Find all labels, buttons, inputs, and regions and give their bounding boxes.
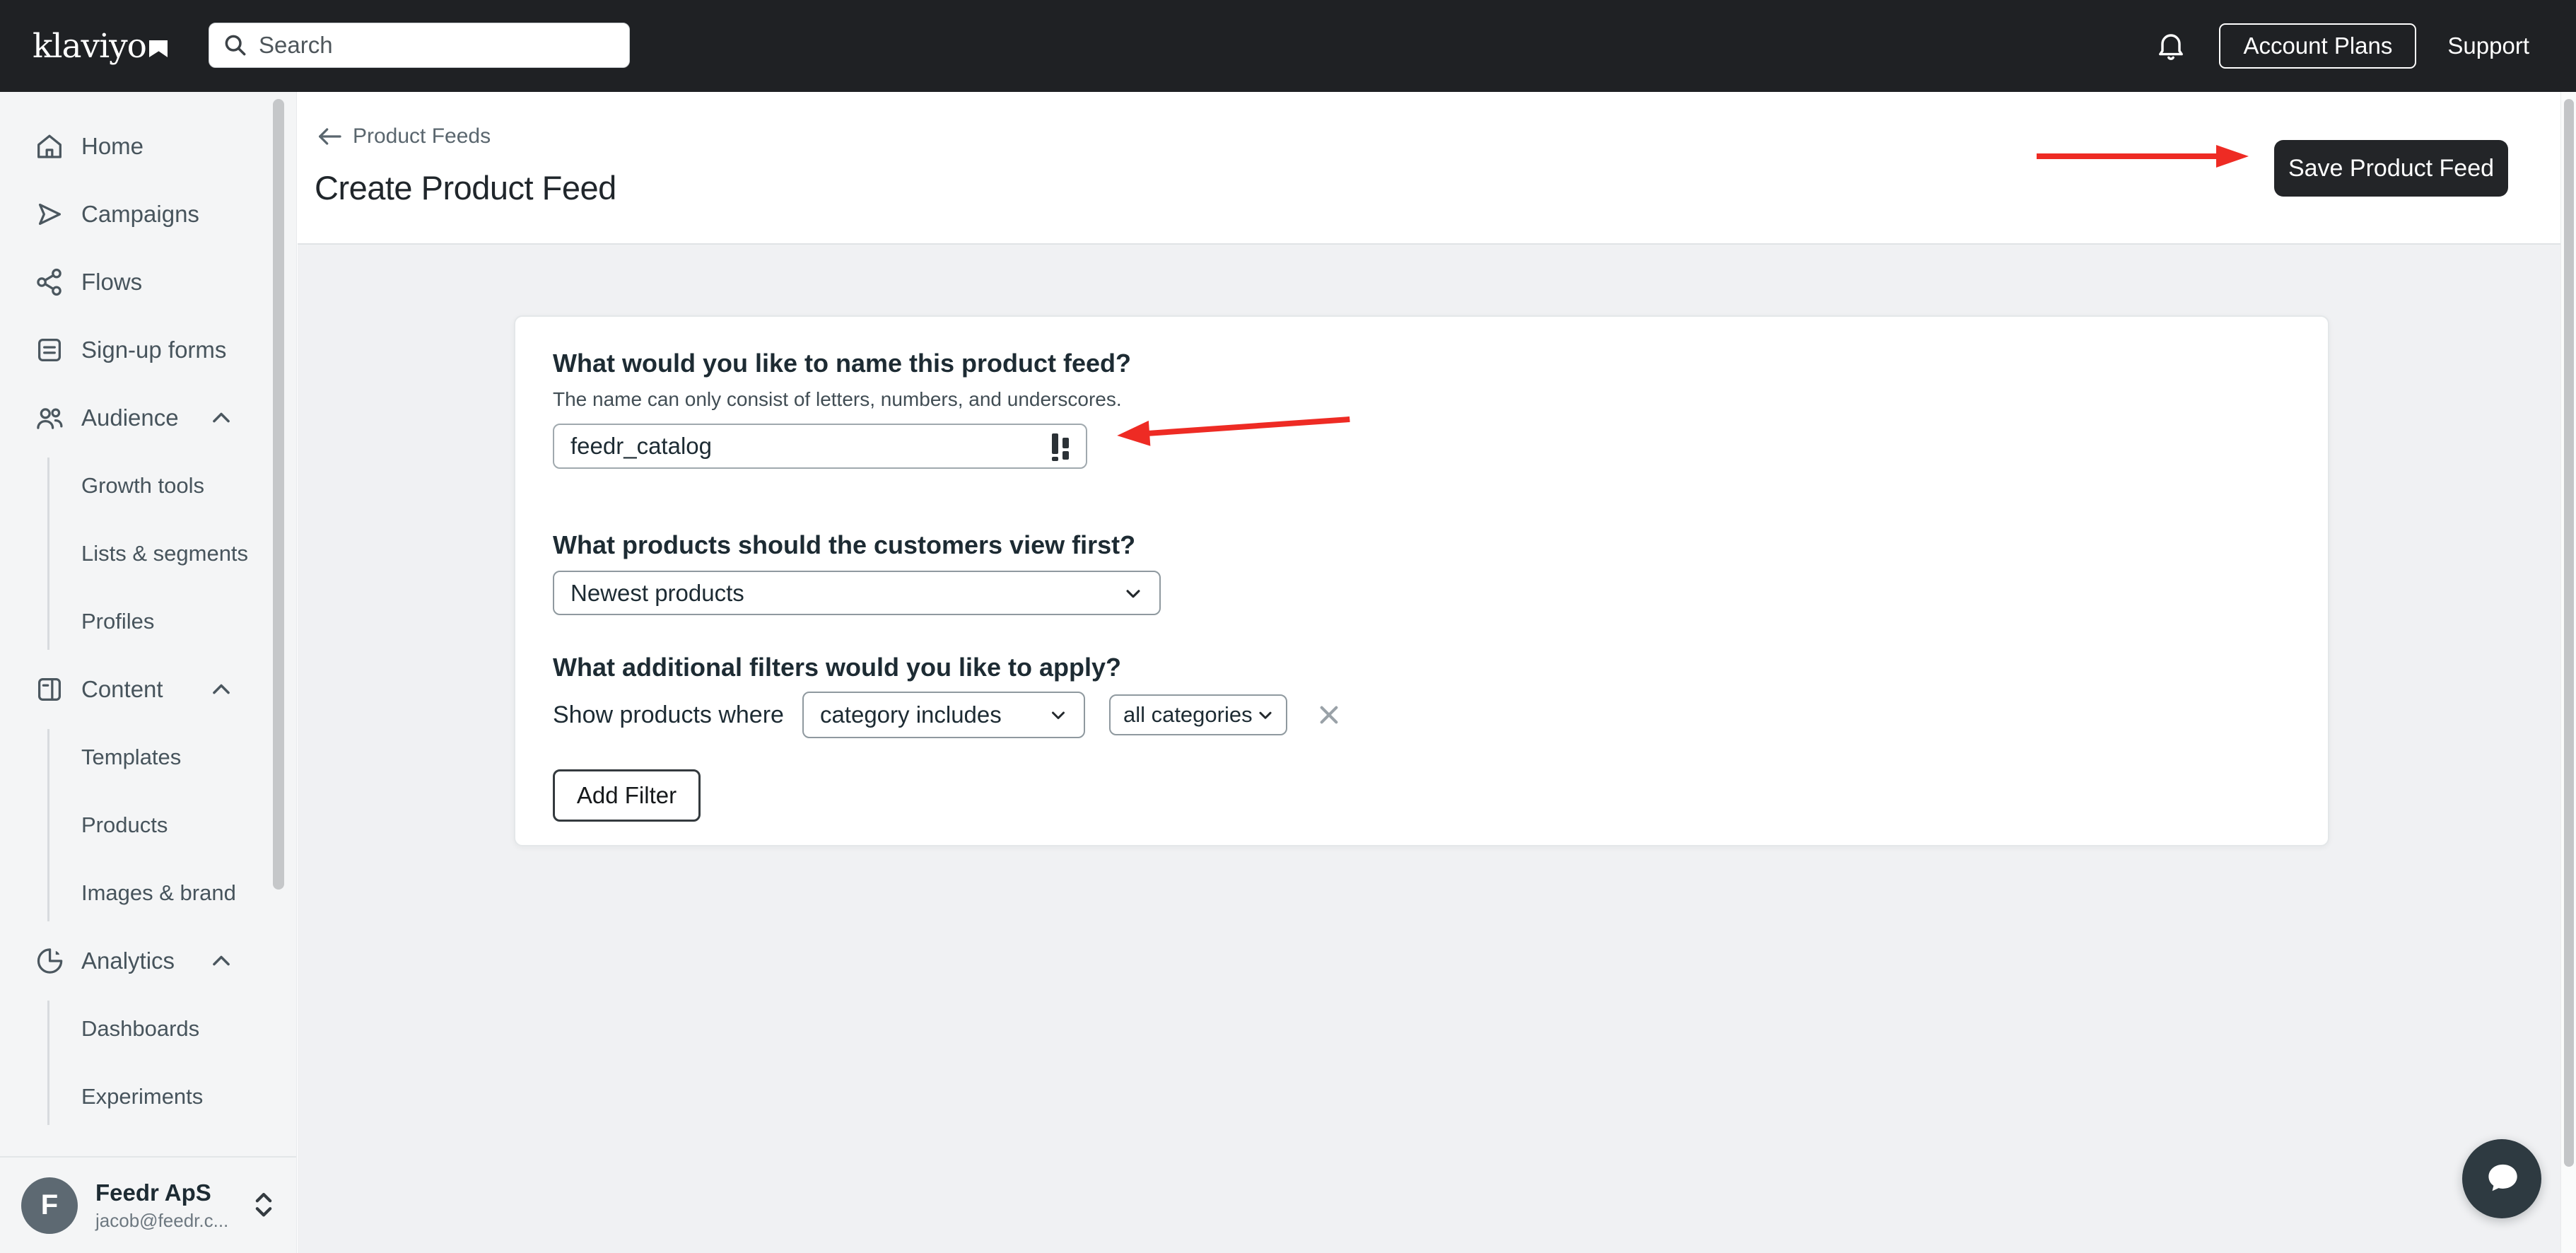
sidebar-item-signup-forms[interactable]: Sign-up forms: [0, 316, 296, 384]
annotation-arrow-save: [2037, 144, 2249, 168]
filter-condition-value: category includes: [820, 701, 1002, 728]
chevron-down-icon: [1253, 703, 1277, 727]
sidebar-item-experiments[interactable]: Experiments: [0, 1063, 296, 1131]
chevron-up-icon[interactable]: [206, 945, 237, 977]
filter-category-select[interactable]: all categories: [1109, 694, 1287, 735]
sidebar-item-label: Content: [81, 676, 163, 703]
sidebar-item-label: Analytics: [81, 948, 175, 974]
sidebar-item-templates[interactable]: Templates: [0, 723, 296, 791]
sidebar-item-analytics[interactable]: Analytics: [0, 927, 296, 995]
klaviyo-flag-icon: [149, 40, 168, 57]
window-scrollbar-thumb[interactable]: [2564, 99, 2574, 1167]
window-scrollbar: [2560, 92, 2576, 1253]
sidebar-item-label: Templates: [81, 745, 181, 770]
sidebar-item-content[interactable]: Content: [0, 655, 296, 723]
chevron-up-icon[interactable]: [206, 674, 237, 705]
filter-category-value: all categories: [1123, 702, 1253, 728]
account-email: jacob@feedr.c...: [95, 1210, 228, 1232]
sidebar-nav: Home Campaigns Flows: [0, 92, 296, 1131]
add-filter-button[interactable]: Add Filter: [553, 769, 701, 822]
sidebar-item-label: Flows: [81, 269, 142, 296]
filter-row: Show products where category includes al…: [553, 692, 2290, 738]
sidebar-scrollbar-thumb[interactable]: [273, 99, 284, 890]
chat-bubble-icon: [2480, 1157, 2524, 1201]
content-subgroup: Templates Products Images & brand: [0, 723, 296, 927]
sort-order-select[interactable]: Newest products: [553, 571, 1161, 615]
sidebar-item-label: Campaigns: [81, 201, 199, 228]
chevron-down-icon: [1046, 702, 1071, 728]
search-input[interactable]: [259, 32, 616, 59]
page-content: What would you like to name this product…: [298, 245, 2560, 1253]
sidebar-item-label: Experiments: [81, 1084, 203, 1109]
sidebar-item-label: Audience: [81, 404, 179, 431]
chat-widget-button[interactable]: [2462, 1139, 2541, 1218]
home-icon: [33, 130, 66, 163]
sidebar: Home Campaigns Flows: [0, 92, 297, 1253]
feed-name-field: [553, 424, 1087, 469]
breadcrumb-label[interactable]: Product Feeds: [353, 124, 491, 148]
sort-order-value: Newest products: [570, 580, 744, 607]
back-arrow-icon[interactable]: [315, 124, 344, 148]
create-feed-card: What would you like to name this product…: [514, 315, 2329, 846]
support-link[interactable]: Support: [2447, 33, 2529, 59]
filter-condition-select[interactable]: category includes: [802, 692, 1085, 738]
question-filters-heading: What additional filters would you like t…: [553, 652, 2290, 683]
audience-icon: [33, 402, 66, 434]
chevron-up-icon[interactable]: [206, 402, 237, 433]
sidebar-item-images-brand[interactable]: Images & brand: [0, 859, 296, 927]
sidebar-item-products[interactable]: Products: [0, 791, 296, 859]
sidebar-item-label: Home: [81, 133, 144, 160]
klaviyo-wordmark: klaviyo: [33, 30, 146, 63]
sidebar-item-audience[interactable]: Audience: [0, 384, 296, 452]
analytics-pie-icon: [33, 945, 66, 977]
topbar: klaviyo Account Plans Support: [0, 0, 2576, 92]
page-title: Create Product Feed: [315, 168, 616, 207]
klaviyo-logo[interactable]: klaviyo: [33, 0, 146, 92]
expand-updown-icon[interactable]: [248, 1187, 279, 1224]
content-icon: [33, 673, 66, 706]
filter-prefix-label: Show products where: [553, 701, 784, 729]
sidebar-item-label: Dashboards: [81, 1016, 199, 1042]
sidebar-item-label: Sign-up forms: [81, 337, 226, 363]
sidebar-item-dashboards[interactable]: Dashboards: [0, 995, 296, 1063]
sidebar-item-lists-segments[interactable]: Lists & segments: [0, 520, 296, 588]
sidebar-item-label: Products: [81, 812, 168, 838]
password-manager-extension-icon[interactable]: [1052, 433, 1076, 461]
save-product-feed-button[interactable]: Save Product Feed: [2274, 140, 2508, 197]
breadcrumb[interactable]: Product Feeds: [315, 124, 491, 148]
audience-subgroup: Growth tools Lists & segments Profiles: [0, 452, 296, 655]
sidebar-item-campaigns[interactable]: Campaigns: [0, 180, 296, 248]
flows-icon: [33, 266, 66, 298]
sidebar-item-home[interactable]: Home: [0, 112, 296, 180]
account-switcher[interactable]: F Feedr ApS jacob@feedr.c...: [0, 1156, 296, 1253]
chevron-down-icon: [1120, 580, 1147, 607]
feed-name-input[interactable]: [553, 424, 1087, 469]
global-search: [209, 23, 630, 68]
form-icon: [33, 334, 66, 366]
question-name-heading: What would you like to name this product…: [553, 348, 2290, 379]
sidebar-item-label: Images & brand: [81, 880, 236, 906]
notifications-bell-icon[interactable]: [2154, 29, 2188, 63]
sidebar-item-label: Profiles: [81, 609, 154, 634]
question-name-helper: The name can only consist of letters, nu…: [553, 388, 2290, 411]
sidebar-item-growth-tools[interactable]: Growth tools: [0, 452, 296, 520]
page-header: Product Feeds Create Product Feed Save P…: [298, 92, 2560, 243]
sidebar-item-label: Growth tools: [81, 473, 204, 499]
sidebar-item-label: Lists & segments: [81, 541, 248, 566]
app-window: klaviyo Account Plans Support: [0, 0, 2576, 1253]
account-name: Feedr ApS: [95, 1179, 228, 1207]
avatar: F: [21, 1177, 78, 1234]
sidebar-item-flows[interactable]: Flows: [0, 248, 296, 316]
remove-filter-x-icon[interactable]: [1316, 701, 1342, 728]
question-sort-heading: What products should the customers view …: [553, 530, 2290, 561]
account-plans-button[interactable]: Account Plans: [2219, 23, 2416, 69]
main-area: Product Feeds Create Product Feed Save P…: [298, 92, 2560, 1253]
analytics-subgroup: Dashboards Experiments: [0, 995, 296, 1131]
topbar-actions: Account Plans Support: [2154, 0, 2529, 92]
send-icon: [33, 198, 66, 231]
sidebar-item-profiles[interactable]: Profiles: [0, 588, 296, 655]
search-icon: [222, 32, 249, 59]
